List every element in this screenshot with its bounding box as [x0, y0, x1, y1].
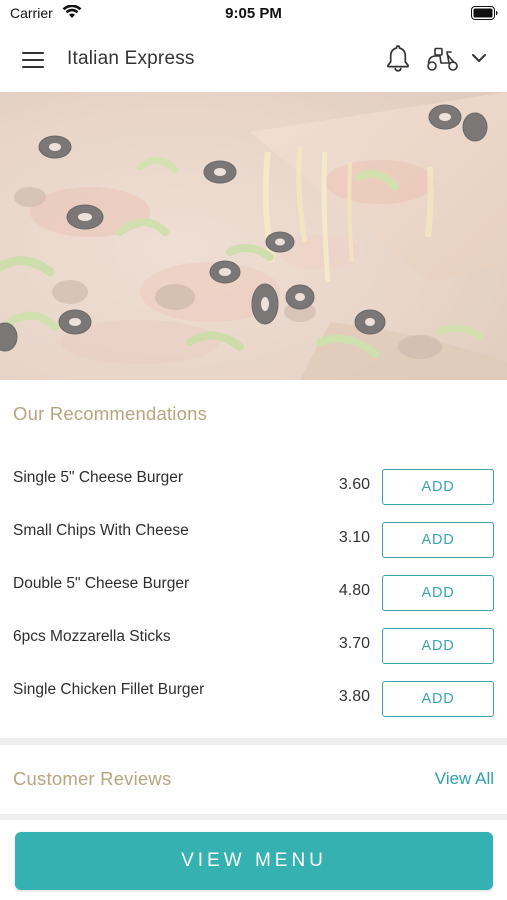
nav-bar: Italian Express	[0, 28, 507, 92]
add-button[interactable]: ADD	[382, 522, 494, 558]
recommendations-title: Our Recommendations	[13, 403, 208, 424]
item-name: Small Chips With Cheese	[13, 522, 189, 539]
reviews-title: Customer Reviews	[13, 768, 172, 789]
item-name: Single 5" Cheese Burger	[13, 469, 184, 486]
restaurant-title: Italian Express	[67, 48, 195, 69]
add-button[interactable]: ADD	[382, 628, 494, 664]
item-name: 6pcs Mozzarella Sticks	[13, 628, 171, 645]
view-all-link[interactable]: View All	[435, 769, 494, 789]
bell-icon[interactable]	[384, 43, 412, 73]
pizza-illustration	[0, 92, 507, 380]
menu-item-row: Single 5" Cheese Burger 3.60 ADD	[0, 461, 507, 514]
menu-item-row: 6pcs Mozzarella Sticks 3.70 ADD	[0, 620, 507, 673]
section-divider	[0, 814, 507, 820]
item-price: 3.10	[338, 529, 370, 546]
chevron-down-icon[interactable]	[468, 48, 490, 68]
item-price: 3.70	[338, 635, 370, 652]
item-name: Double 5" Cheese Burger	[13, 575, 190, 592]
item-price: 3.80	[338, 688, 370, 705]
item-price: 4.80	[338, 582, 370, 599]
menu-item-row: Single Chicken Fillet Burger 3.80 ADD	[0, 673, 507, 726]
menu-icon[interactable]	[22, 50, 46, 70]
add-button[interactable]: ADD	[382, 469, 494, 505]
status-bar: Carrier 9:05 PM	[0, 0, 507, 28]
scooter-icon[interactable]	[426, 46, 460, 72]
status-time: 9:05 PM	[225, 5, 282, 22]
item-price: 3.60	[338, 476, 370, 493]
item-name: Single Chicken Fillet Burger	[13, 681, 205, 698]
menu-item-row: Double 5" Cheese Burger 4.80 ADD	[0, 567, 507, 620]
hero-image	[0, 92, 507, 380]
add-button[interactable]: ADD	[382, 575, 494, 611]
menu-item-row: Small Chips With Cheese 3.10 ADD	[0, 514, 507, 567]
view-menu-button[interactable]: VIEW MENU	[15, 832, 493, 890]
section-divider	[0, 738, 507, 745]
add-button[interactable]: ADD	[382, 681, 494, 717]
battery-icon	[471, 6, 498, 20]
